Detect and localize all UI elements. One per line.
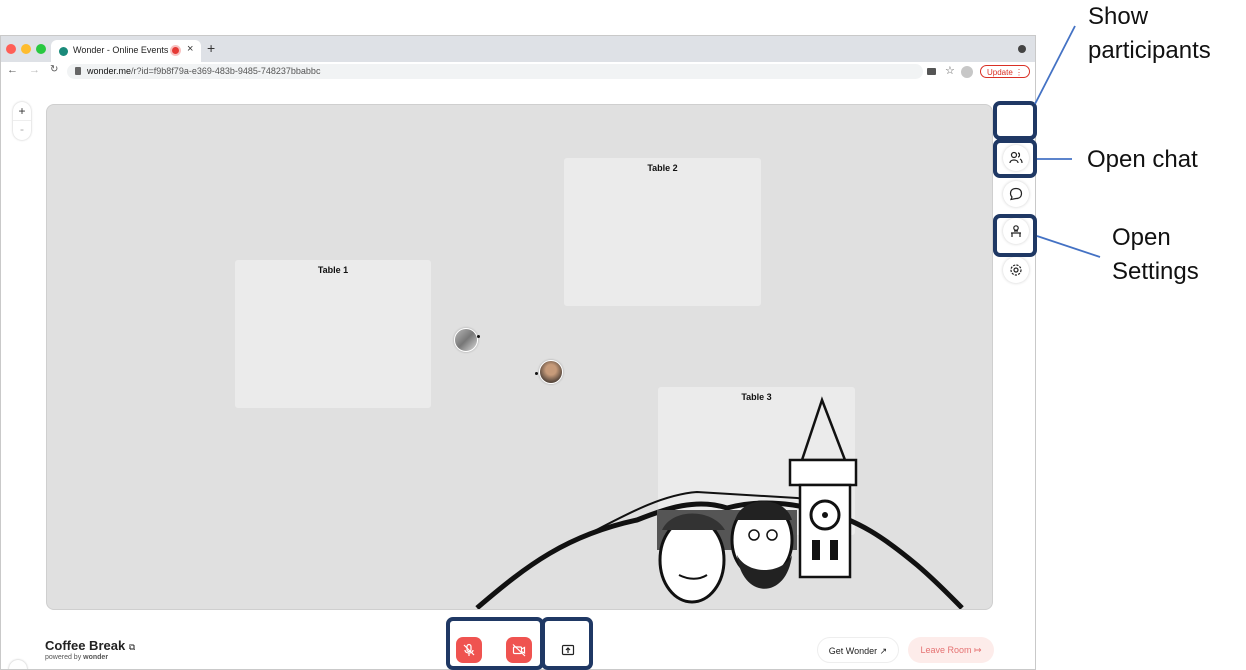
annotation-settings-line1: Open	[1112, 224, 1171, 251]
annotation-open-settings: Open Settings	[1112, 221, 1199, 289]
annotation-open-chat: Open chat	[1087, 146, 1198, 173]
annotation-show-participants: Show participants	[1088, 0, 1211, 68]
annotation-arrows	[1034, 25, 1101, 258]
annotation-participants-line2: participants	[1088, 37, 1211, 64]
annotation-settings-line2: Settings	[1112, 258, 1199, 285]
annotation-participants-line1: Show	[1088, 3, 1149, 30]
